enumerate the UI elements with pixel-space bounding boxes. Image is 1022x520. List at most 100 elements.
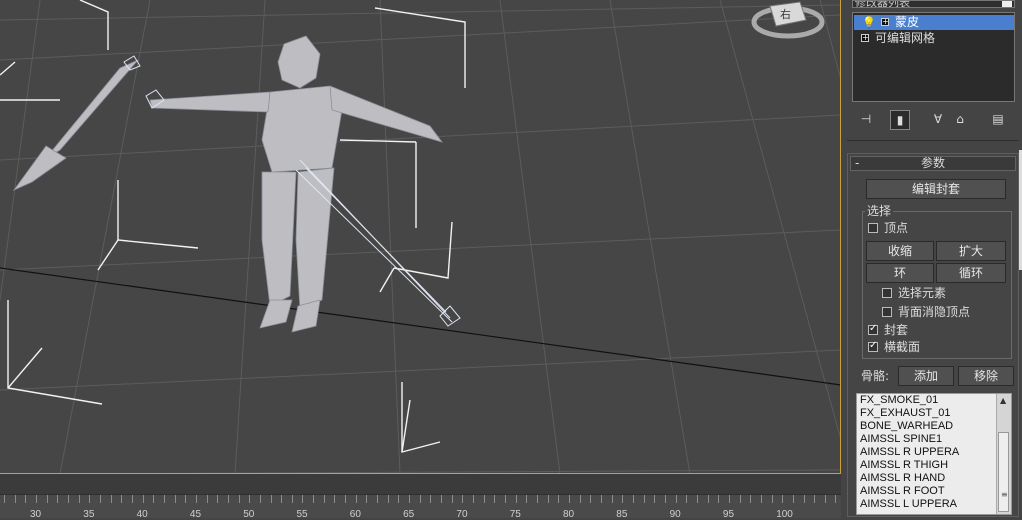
frame-tick-mark (334, 495, 336, 503)
frame-tick-mark (35, 495, 37, 503)
frame-tick-mark (771, 495, 773, 503)
bones-list-items: FX_SMOKE_01 FX_EXHAUST_01 BONE_WARHEAD AIMS… (857, 394, 1011, 511)
frame-tick-mark (291, 495, 293, 503)
frame-tick-mark (387, 495, 389, 503)
frame-tick-mark (174, 495, 176, 503)
modifier-stack[interactable]: 💡 + 蒙皮 + 可编辑网格 (852, 12, 1015, 102)
frame-tick-label: 95 (722, 509, 735, 520)
add-bone-button[interactable]: 添加 (898, 366, 954, 386)
frame-tick-mark (419, 495, 421, 503)
frame-tick-mark (227, 495, 229, 503)
frame-tick-mark (249, 495, 251, 503)
bones-list-scrollbar[interactable]: ▲ ≡ (996, 394, 1011, 514)
frame-tick-mark (451, 495, 453, 503)
expand-plus-icon[interactable]: + (881, 18, 889, 26)
vertex-checkbox[interactable] (868, 223, 878, 233)
stack-item-skin[interactable]: 💡 + 蒙皮 (854, 15, 1014, 30)
scroll-up-arrow-icon[interactable]: ▲ (1000, 396, 1006, 405)
frame-tick-mark (195, 495, 197, 503)
show-end-result-icon[interactable]: ▮ (890, 110, 910, 130)
frame-ruler[interactable]: 30 35 40 45 50 55 60 65 70 75 80 85 90 95 100 (0, 494, 841, 520)
bones-list[interactable]: FX_SMOKE_01 FX_EXHAUST_01 BONE_WARHEAD AIMS… (856, 393, 1012, 515)
shrink-button[interactable]: 收缩 (866, 241, 934, 261)
stack-item-label: 可编辑网格 (875, 31, 936, 45)
bone-list-item[interactable]: FX_EXHAUST_01 (857, 407, 1011, 420)
frame-tick-mark (654, 495, 656, 503)
stack-item-editable-mesh[interactable]: + 可编辑网格 (854, 31, 1014, 46)
frame-tick-label: 90 (669, 509, 681, 520)
frame-tick-mark (462, 495, 464, 503)
character-mesh (12, 35, 444, 333)
select-element-checkbox[interactable] (882, 288, 892, 298)
frame-tick-label: 75 (509, 509, 521, 520)
modifier-list-label: 修改器列表 (855, 0, 910, 8)
rollout-header[interactable]: - 参数 (850, 156, 1016, 171)
viewport-scene (0, 0, 840, 473)
grow-button[interactable]: 扩大 (936, 241, 1006, 261)
bone-list-item[interactable]: AIMSSL R FOOT (857, 485, 1011, 498)
frame-tick-mark (206, 495, 208, 503)
bone-list-item[interactable]: AIMSSL SPINE1 (857, 433, 1011, 446)
stack-item-label: 蒙皮 (895, 15, 920, 29)
frame-tick-mark (515, 495, 517, 503)
bone-list-item[interactable]: FX_SMOKE_01 (857, 394, 1011, 407)
frame-tick-label: 85 (616, 509, 628, 520)
lightbulb-icon[interactable]: 💡 (862, 15, 876, 30)
backface-cull-label: 背面消隐顶点 (898, 305, 971, 319)
frame-tick-mark (409, 495, 411, 503)
cross-section-label: 横截面 (884, 340, 921, 354)
make-unique-icon[interactable]: ∀ (928, 110, 948, 130)
remove-bone-button[interactable]: 移除 (958, 366, 1014, 386)
pin-stack-icon[interactable]: ⊣ (856, 110, 876, 130)
selection-group-label: 选择 (865, 204, 894, 218)
frame-tick-mark (728, 495, 730, 503)
frame-tick-mark (590, 495, 592, 503)
modifier-list-dropdown[interactable]: 修改器列表 (852, 0, 1015, 8)
bone-gizmos (0, 0, 466, 453)
edit-envelope-button[interactable]: 编辑封套 (866, 179, 1006, 199)
scroll-thumb[interactable] (998, 432, 1009, 512)
frame-tick-mark (185, 495, 187, 503)
frame-tick-mark (163, 495, 165, 503)
frame-tick-mark (313, 495, 315, 503)
frame-tick-label: 80 (563, 509, 575, 520)
frame-tick-mark (142, 495, 144, 503)
configure-sets-icon[interactable]: ▤ (988, 110, 1008, 130)
frame-tick-mark (760, 495, 762, 503)
bone-list-item[interactable]: BONE_WARHEAD (857, 420, 1011, 433)
bone-list-item[interactable]: AIMSSL R HAND (857, 472, 1011, 485)
cross-section-checkbox[interactable] (868, 340, 878, 352)
perspective-viewport[interactable]: 右 (0, 0, 841, 474)
frame-tick-mark (441, 495, 443, 503)
envelope-checkbox[interactable] (868, 323, 878, 335)
remove-modifier-icon[interactable]: ⌂ (950, 110, 970, 130)
bone-list-item[interactable]: AIMSSL L UPPERA (857, 498, 1011, 511)
frame-tick-mark (483, 495, 485, 503)
frame-tick-mark (153, 495, 155, 503)
frame-tick-mark (89, 495, 91, 503)
frame-tick-mark (355, 495, 357, 503)
bones-label: 骨骼: (861, 369, 890, 383)
frame-tick-mark (792, 495, 794, 503)
frame-tick-mark (99, 495, 101, 503)
frame-tick-mark (505, 495, 507, 503)
frame-tick-mark (526, 495, 528, 503)
frame-tick-mark (718, 495, 720, 503)
frame-tick-label: 30 (30, 509, 42, 520)
frame-tick-mark (217, 495, 219, 503)
bone-list-item[interactable]: AIMSSL R UPPERA (857, 446, 1011, 459)
expand-plus-icon[interactable]: + (861, 34, 869, 42)
frame-tick-label: 50 (243, 509, 255, 520)
loop-button[interactable]: 循环 (936, 263, 1006, 283)
bone-list-item[interactable]: AIMSSL R THIGH (857, 459, 1011, 472)
ring-button[interactable]: 环 (866, 263, 934, 283)
frame-tick-mark (4, 495, 5, 503)
frame-tick-mark (110, 495, 112, 503)
frame-tick-mark (46, 495, 48, 503)
backface-cull-checkbox[interactable] (882, 307, 892, 317)
collapse-icon: - (855, 156, 860, 170)
timeline[interactable]: 30 35 40 45 50 55 60 65 70 75 80 85 90 95 100 (0, 474, 841, 520)
frame-tick-mark (131, 495, 133, 503)
frame-tick-mark (632, 495, 634, 503)
frame-tick-mark (558, 495, 560, 503)
